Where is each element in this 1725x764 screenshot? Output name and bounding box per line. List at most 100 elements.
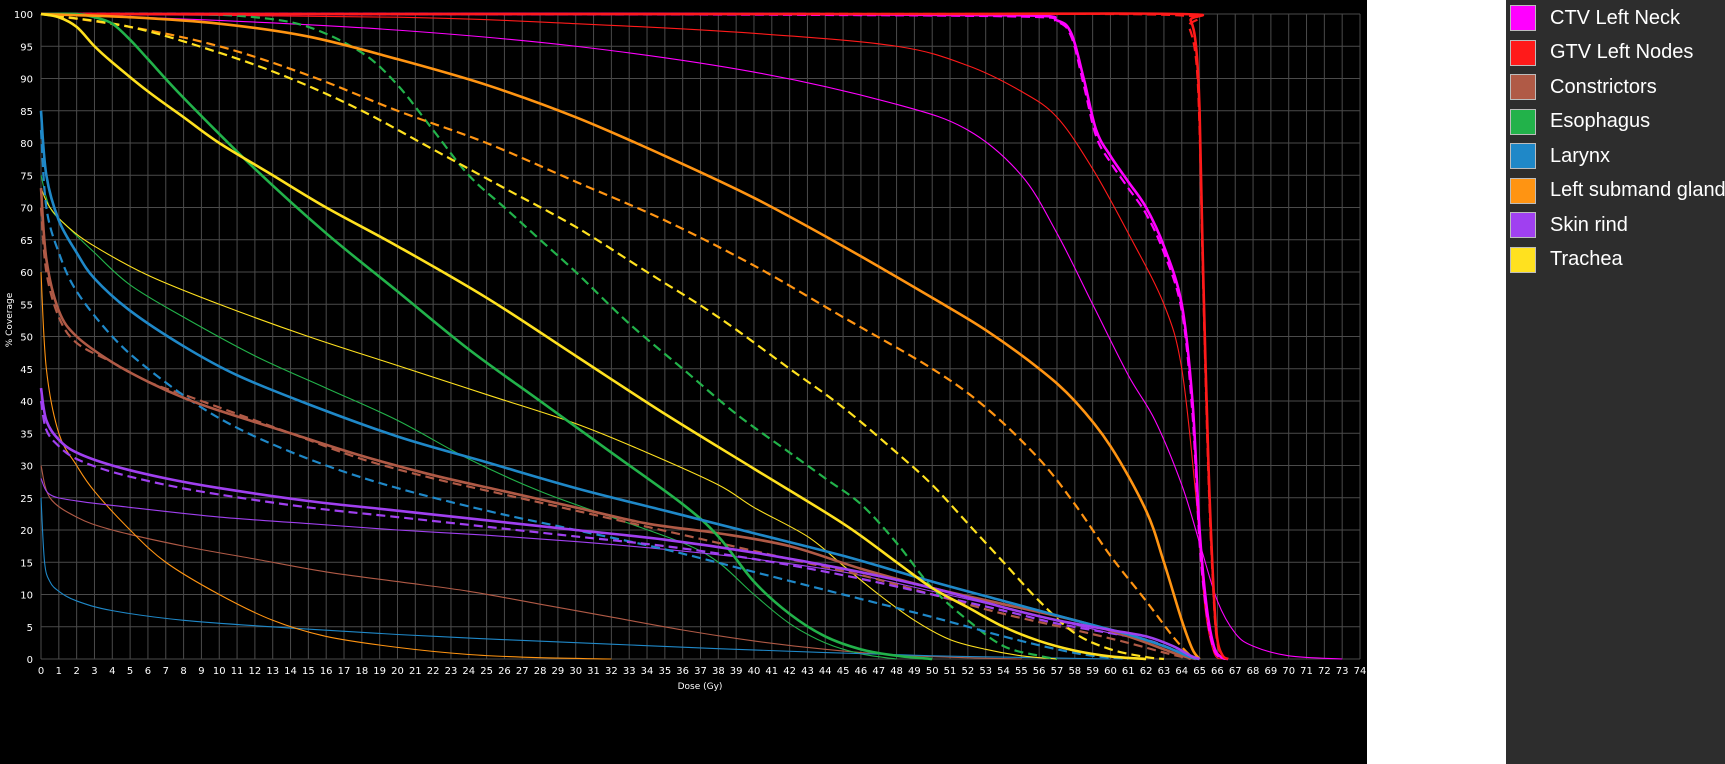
- legend-label: Trachea: [1550, 248, 1623, 270]
- x-axis-title: Dose (Gy): [678, 682, 723, 692]
- x-tick-label: 63: [1158, 666, 1171, 677]
- x-tick-label: 20: [391, 666, 404, 677]
- dvh-chart: 0510152025303540455055606570758085909510…: [0, 0, 1506, 764]
- x-tick-label: 50: [926, 666, 939, 677]
- x-tick-label: 24: [462, 666, 475, 677]
- legend-swatch: [1510, 39, 1536, 66]
- legend-label: Larynx: [1550, 144, 1611, 167]
- legend-label: Constrictors: [1550, 75, 1657, 98]
- legend-label: Skin rind: [1550, 213, 1628, 236]
- legend-swatch: [1510, 5, 1536, 31]
- y-tick-label: 85: [20, 107, 33, 118]
- x-tick-label: 58: [1068, 666, 1081, 677]
- legend-swatch: [1510, 212, 1536, 238]
- x-tick-label: 52: [961, 666, 974, 677]
- x-tick-label: 22: [427, 666, 440, 677]
- y-tick-label: 95: [20, 42, 33, 53]
- x-tick-label: 38: [712, 666, 725, 677]
- y-tick-label: 55: [20, 300, 33, 311]
- y-tick-label: 75: [20, 171, 33, 182]
- legend-item[interactable]: Trachea: [1506, 244, 1623, 276]
- y-tick-label: 10: [20, 591, 33, 602]
- x-tick-label: 7: [163, 666, 169, 677]
- legend-item[interactable]: Esophagus: [1506, 106, 1650, 138]
- y-tick-label: 30: [20, 462, 33, 473]
- x-tick-label: 71: [1300, 666, 1313, 677]
- x-tick-label: 28: [534, 666, 547, 677]
- x-tick-label: 70: [1282, 666, 1295, 677]
- x-tick-labels: 0 1 2 3 4 5 6 7 8 9 10 11 12 13 14 15 16 17 18 19 20 21 22 23 24…: [38, 666, 1367, 677]
- x-tick-label: 45: [837, 666, 850, 677]
- x-tick-label: 27: [516, 666, 529, 677]
- x-tick-label: 56: [1033, 666, 1046, 677]
- x-tick-label: 4: [109, 666, 115, 677]
- x-tick-label: 61: [1122, 666, 1135, 677]
- legend-item[interactable]: CTV Left Neck: [1506, 2, 1680, 34]
- legend-label: Esophagus: [1550, 110, 1651, 132]
- x-tick-label: 25: [480, 666, 493, 677]
- x-tick-label: 6: [145, 666, 151, 677]
- x-tick-label: 13: [266, 666, 279, 677]
- x-tick-label: 48: [890, 666, 903, 677]
- legend-item[interactable]: Left submand gland: [1506, 175, 1725, 207]
- x-tick-label: 73: [1336, 666, 1349, 677]
- x-tick-label: 54: [997, 666, 1010, 677]
- x-tick-label: 32: [605, 666, 618, 677]
- x-tick-label: 55: [1015, 666, 1028, 677]
- y-tick-label: 25: [20, 494, 33, 505]
- x-tick-label: 17: [338, 666, 351, 677]
- legend-item[interactable]: Skin rind: [1506, 209, 1628, 241]
- legend-item[interactable]: Constrictors: [1506, 71, 1657, 103]
- x-tick-label: 9: [198, 666, 204, 677]
- x-tick-label: 21: [409, 666, 422, 677]
- dvh-chart-panel: 0 5 10 15 20 25 30 35 40 45 50 55 60 65 70 75 80 85 90 95 10…: [0, 0, 1725, 764]
- x-tick-label: 64: [1175, 666, 1188, 677]
- legend-swatch: [1510, 177, 1536, 204]
- x-tick-label: 51: [944, 666, 957, 677]
- y-tick-label: 15: [20, 558, 33, 569]
- x-tick-label: 43: [801, 666, 814, 677]
- x-tick-label: 16: [320, 666, 333, 677]
- x-tick-label: 29: [552, 666, 565, 677]
- x-tick-label: 67: [1229, 666, 1242, 677]
- legend-swatch: [1510, 108, 1536, 135]
- legend-item[interactable]: Larynx: [1506, 140, 1610, 172]
- x-tick-label: 57: [1051, 666, 1064, 677]
- x-tick-label: 3: [91, 666, 97, 677]
- x-tick-label: 14: [284, 666, 297, 677]
- x-tick-label: 44: [819, 666, 832, 677]
- y-tick-label: 40: [20, 397, 33, 408]
- x-tick-label: 2: [73, 666, 79, 677]
- legend-swatch: [1510, 74, 1536, 100]
- x-tick-label: 69: [1265, 666, 1278, 677]
- x-tick-label: 12: [249, 666, 262, 677]
- legend-panel: CTV Left Neck GTV Left Nodes Constrictors E…: [1506, 0, 1725, 764]
- x-tick-label: 65: [1193, 666, 1206, 677]
- x-tick-label: 30: [569, 666, 582, 677]
- y-tick-label: 70: [20, 204, 33, 215]
- x-tick-label: 31: [587, 666, 600, 677]
- x-tick-label: 47: [872, 666, 885, 677]
- y-tick-label: 45: [20, 365, 33, 376]
- y-tick-label: 90: [20, 75, 33, 86]
- x-tick-label: 35: [658, 666, 671, 677]
- x-tick-label: 33: [623, 666, 636, 677]
- legend-swatch: [1510, 143, 1536, 169]
- y-tick-label: 5: [27, 623, 33, 634]
- x-tick-label: 60: [1104, 666, 1117, 677]
- y-tick-label: 20: [20, 526, 33, 537]
- y-tick-label: 0: [27, 655, 33, 666]
- y-tick-label: 60: [20, 268, 33, 279]
- x-tick-label: 23: [445, 666, 458, 677]
- y-tick-label: 65: [20, 236, 33, 247]
- x-tick-label: 74: [1354, 666, 1367, 677]
- x-tick-label: 42: [783, 666, 796, 677]
- x-tick-label: 62: [1140, 666, 1153, 677]
- x-tick-label: 40: [748, 666, 761, 677]
- legend-label: GTV Left Nodes: [1550, 41, 1694, 63]
- y-tick-label: 100: [14, 10, 33, 21]
- y-tick-label: 35: [20, 429, 33, 440]
- x-tick-label: 59: [1086, 666, 1099, 677]
- legend-item[interactable]: GTV Left Nodes: [1506, 37, 1693, 69]
- x-tick-label: 1: [56, 666, 62, 677]
